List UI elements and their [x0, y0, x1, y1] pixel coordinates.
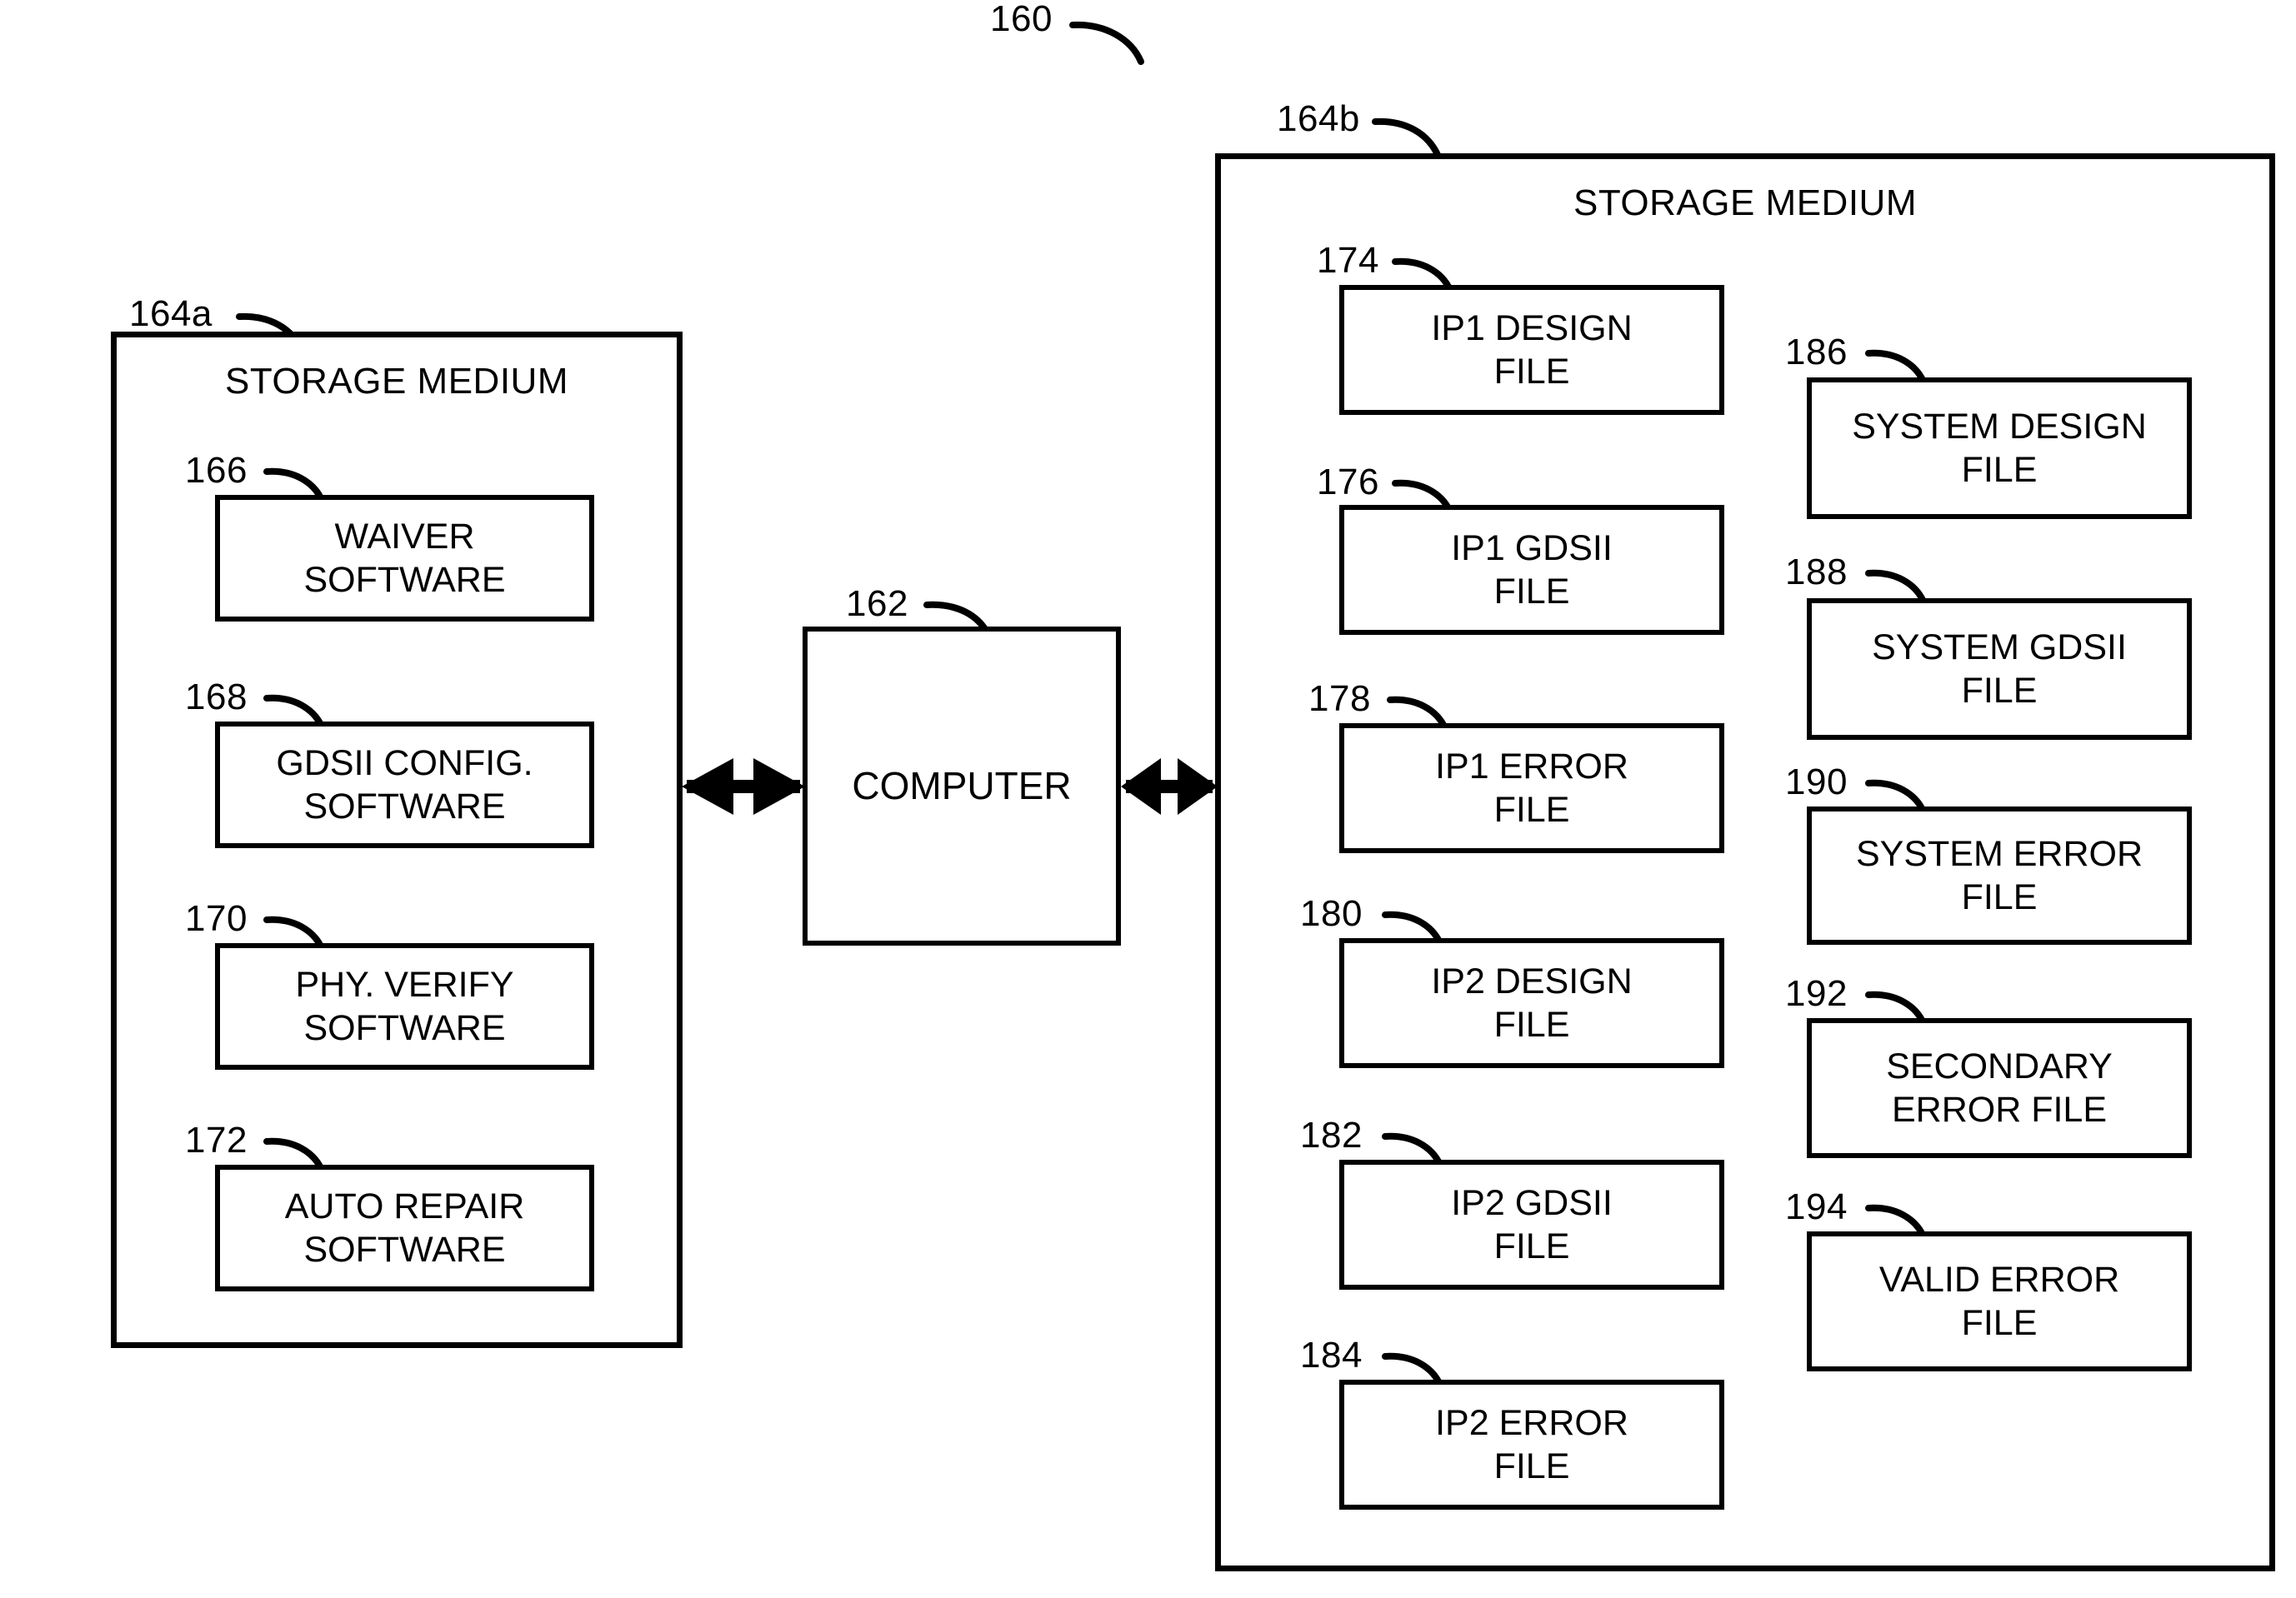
system-gdsii-file-ref-188: 188 [1785, 552, 1848, 592]
right-storage-title: STORAGE MEDIUM [1573, 182, 1917, 223]
left-storage-ref-164a: 164a [129, 293, 213, 334]
node-waiver-software[interactable]: WAIVER SOFTWARE [215, 495, 594, 622]
ip1-design-file-ref-174: 174 [1317, 240, 1379, 281]
ip2-gdsii-file-ref-182: 182 [1300, 1115, 1363, 1156]
figure-ref-160-leader-icon [1069, 21, 1144, 65]
system-design-file-ref-186: 186 [1785, 332, 1848, 372]
node-ip1-gdsii-file[interactable]: IP1 GDSII FILE [1339, 505, 1724, 635]
right-storage-ref-164b: 164b [1277, 98, 1360, 139]
node-valid-error-file[interactable]: VALID ERROR FILE [1807, 1231, 2192, 1371]
node-auto-repair-software-label: AUTO REPAIR SOFTWARE [284, 1186, 525, 1270]
auto-repair-software-ref-172: 172 [185, 1120, 248, 1161]
node-secondary-error-file[interactable]: SECONDARY ERROR FILE [1807, 1018, 2192, 1158]
ip1-gdsii-file-ref-176: 176 [1317, 462, 1379, 502]
node-ip2-error-file[interactable]: IP2 ERROR FILE [1339, 1380, 1724, 1510]
node-ip2-gdsii-file[interactable]: IP2 GDSII FILE [1339, 1160, 1724, 1290]
node-system-error-file[interactable]: SYSTEM ERROR FILE [1807, 806, 2192, 945]
node-secondary-error-file-label: SECONDARY ERROR FILE [1886, 1046, 2113, 1130]
node-system-error-file-label: SYSTEM ERROR FILE [1855, 833, 2143, 917]
node-computer[interactable]: COMPUTER [803, 627, 1121, 946]
secondary-error-file-ref-192: 192 [1785, 973, 1848, 1014]
node-ip1-design-file-label: IP1 DESIGN FILE [1431, 307, 1633, 392]
ip1-error-file-ref-178: 178 [1308, 678, 1371, 719]
waiver-software-ref-166: 166 [185, 450, 248, 491]
node-gdsii-config-software[interactable]: GDSII CONFIG. SOFTWARE [215, 722, 594, 848]
node-phy-verify-software-label: PHY. VERIFY SOFTWARE [295, 964, 514, 1048]
patent-figure: 160 164a STORAGE MEDIUM 166 WAIVER SOFTW… [0, 0, 2296, 1598]
node-computer-label: COMPUTER [852, 764, 1072, 808]
node-gdsii-config-software-label: GDSII CONFIG. SOFTWARE [276, 742, 533, 826]
node-ip1-design-file[interactable]: IP1 DESIGN FILE [1339, 285, 1724, 415]
node-ip1-error-file-label: IP1 ERROR FILE [1435, 746, 1628, 830]
node-phy-verify-software[interactable]: PHY. VERIFY SOFTWARE [215, 943, 594, 1070]
left-storage-title: STORAGE MEDIUM [224, 361, 568, 402]
node-ip2-error-file-label: IP2 ERROR FILE [1435, 1402, 1628, 1486]
system-error-file-ref-190: 190 [1785, 762, 1848, 802]
ip2-design-file-ref-180: 180 [1300, 893, 1363, 934]
ip2-error-file-ref-184: 184 [1300, 1335, 1363, 1376]
node-ip2-gdsii-file-label: IP2 GDSII FILE [1451, 1182, 1613, 1266]
node-valid-error-file-label: VALID ERROR FILE [1878, 1259, 2120, 1343]
node-ip2-design-file-label: IP2 DESIGN FILE [1431, 961, 1633, 1045]
node-system-design-file-label: SYSTEM DESIGN FILE [1852, 406, 2147, 490]
node-waiver-software-label: WAIVER SOFTWARE [303, 516, 506, 600]
gdsii-config-software-ref-168: 168 [185, 677, 248, 717]
computer-ref-162: 162 [846, 583, 908, 624]
computer-to-left-storage-arrow [682, 758, 805, 815]
node-ip1-gdsii-file-label: IP1 GDSII FILE [1451, 527, 1613, 612]
node-auto-repair-software[interactable]: AUTO REPAIR SOFTWARE [215, 1165, 594, 1291]
figure-ref-160: 160 [990, 0, 1053, 39]
node-ip1-error-file[interactable]: IP1 ERROR FILE [1339, 723, 1724, 853]
node-ip2-design-file[interactable]: IP2 DESIGN FILE [1339, 938, 1724, 1068]
valid-error-file-ref-194: 194 [1785, 1186, 1848, 1227]
node-system-gdsii-file[interactable]: SYSTEM GDSII FILE [1807, 598, 2192, 740]
node-system-gdsii-file-label: SYSTEM GDSII FILE [1872, 627, 2127, 711]
node-system-design-file[interactable]: SYSTEM DESIGN FILE [1807, 377, 2192, 519]
phy-verify-software-ref-170: 170 [185, 898, 248, 939]
computer-to-right-storage-arrow [1121, 758, 1218, 815]
